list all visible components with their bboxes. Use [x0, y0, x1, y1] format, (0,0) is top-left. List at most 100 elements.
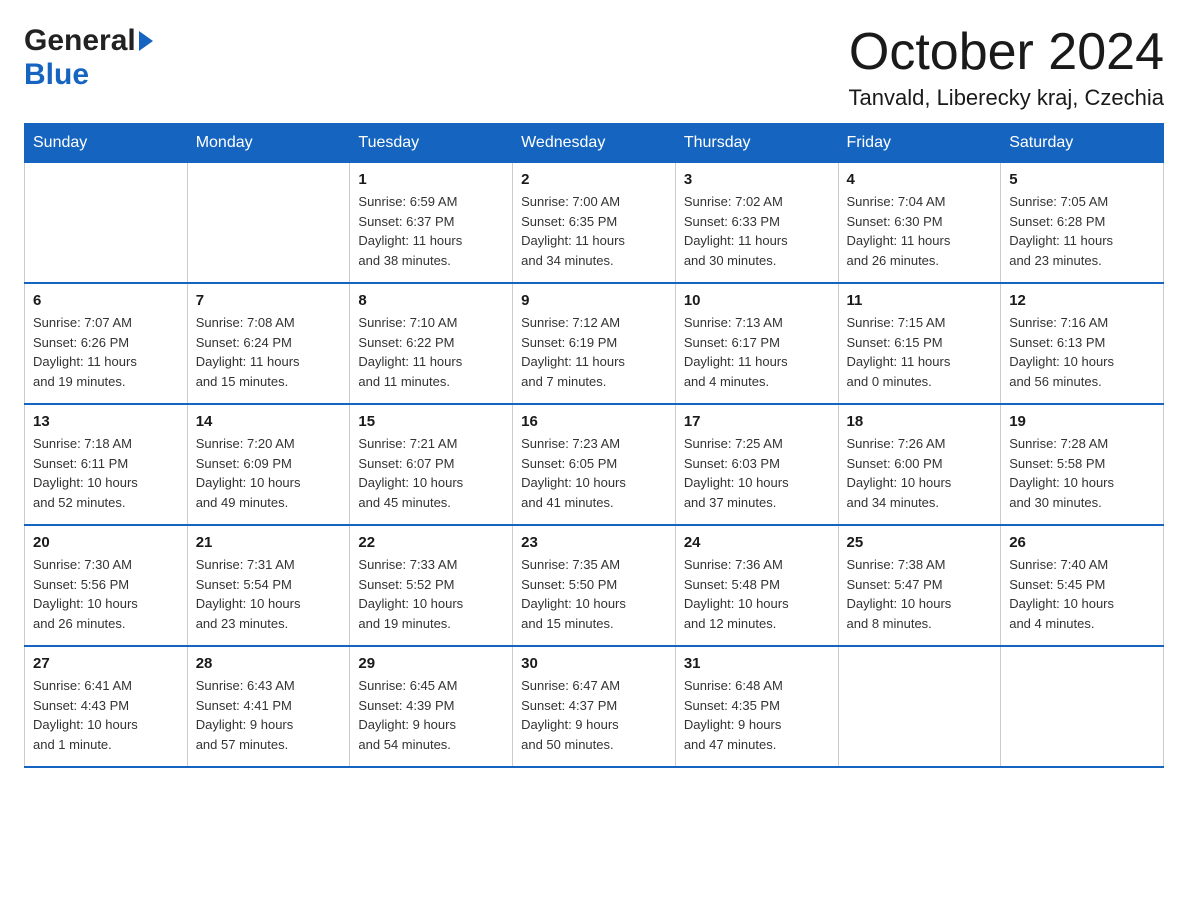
- page-header: General Blue October 2024 Tanvald, Liber…: [24, 24, 1164, 111]
- day-number: 29: [358, 655, 504, 672]
- calendar-day-cell: 16 Sunrise: 7:23 AMSunset: 6:05 PMDayligh…: [513, 404, 676, 525]
- day-info: Sunrise: 6:47 AMSunset: 4:37 PMDaylight:…: [521, 676, 667, 754]
- day-number: 28: [196, 655, 342, 672]
- calendar-day-cell: [838, 646, 1001, 767]
- day-of-week-header: Friday: [838, 124, 1001, 163]
- day-info: Sunrise: 7:21 AMSunset: 6:07 PMDaylight:…: [358, 434, 504, 512]
- day-number: 11: [847, 292, 993, 309]
- day-info: Sunrise: 7:16 AMSunset: 6:13 PMDaylight:…: [1009, 313, 1155, 391]
- day-number: 30: [521, 655, 667, 672]
- day-info: Sunrise: 7:23 AMSunset: 6:05 PMDaylight:…: [521, 434, 667, 512]
- day-of-week-header: Monday: [187, 124, 350, 163]
- calendar-day-cell: 4 Sunrise: 7:04 AMSunset: 6:30 PMDaylight…: [838, 163, 1001, 284]
- calendar-day-cell: 8 Sunrise: 7:10 AMSunset: 6:22 PMDaylight…: [350, 283, 513, 404]
- day-number: 18: [847, 413, 993, 430]
- day-number: 10: [684, 292, 830, 309]
- day-number: 23: [521, 534, 667, 551]
- day-of-week-header: Sunday: [25, 124, 188, 163]
- calendar-header-row: SundayMondayTuesdayWednesdayThursdayFrid…: [25, 124, 1164, 163]
- day-number: 9: [521, 292, 667, 309]
- day-number: 24: [684, 534, 830, 551]
- day-number: 20: [33, 534, 179, 551]
- day-info: Sunrise: 7:00 AMSunset: 6:35 PMDaylight:…: [521, 192, 667, 270]
- day-info: Sunrise: 7:36 AMSunset: 5:48 PMDaylight:…: [684, 555, 830, 633]
- calendar-day-cell: 23 Sunrise: 7:35 AMSunset: 5:50 PMDayligh…: [513, 525, 676, 646]
- calendar-day-cell: 30 Sunrise: 6:47 AMSunset: 4:37 PMDayligh…: [513, 646, 676, 767]
- day-info: Sunrise: 7:15 AMSunset: 6:15 PMDaylight:…: [847, 313, 993, 391]
- day-number: 8: [358, 292, 504, 309]
- day-info: Sunrise: 7:33 AMSunset: 5:52 PMDaylight:…: [358, 555, 504, 633]
- day-info: Sunrise: 7:18 AMSunset: 6:11 PMDaylight:…: [33, 434, 179, 512]
- day-info: Sunrise: 7:31 AMSunset: 5:54 PMDaylight:…: [196, 555, 342, 633]
- calendar-day-cell: 25Sunrise: 7:38 AMSunset: 5:47 PMDayligh…: [838, 525, 1001, 646]
- calendar-day-cell: 2 Sunrise: 7:00 AMSunset: 6:35 PMDaylight…: [513, 163, 676, 284]
- calendar-day-cell: 7 Sunrise: 7:08 AMSunset: 6:24 PMDaylight…: [187, 283, 350, 404]
- day-number: 1: [358, 171, 504, 188]
- calendar-week-row: 20Sunrise: 7:30 AMSunset: 5:56 PMDayligh…: [25, 525, 1164, 646]
- day-info: Sunrise: 7:10 AMSunset: 6:22 PMDaylight:…: [358, 313, 504, 391]
- calendar-day-cell: 15 Sunrise: 7:21 AMSunset: 6:07 PMDayligh…: [350, 404, 513, 525]
- day-number: 17: [684, 413, 830, 430]
- day-info: Sunrise: 6:48 AMSunset: 4:35 PMDaylight:…: [684, 676, 830, 754]
- day-info: Sunrise: 7:35 AMSunset: 5:50 PMDaylight:…: [521, 555, 667, 633]
- day-info: Sunrise: 6:59 AMSunset: 6:37 PMDaylight:…: [358, 192, 504, 270]
- calendar-day-cell: 31 Sunrise: 6:48 AMSunset: 4:35 PMDayligh…: [675, 646, 838, 767]
- calendar-day-cell: 9 Sunrise: 7:12 AMSunset: 6:19 PMDaylight…: [513, 283, 676, 404]
- day-number: 14: [196, 413, 342, 430]
- day-number: 4: [847, 171, 993, 188]
- day-info: Sunrise: 7:25 AMSunset: 6:03 PMDaylight:…: [684, 434, 830, 512]
- calendar-day-cell: 21 Sunrise: 7:31 AMSunset: 5:54 PMDayligh…: [187, 525, 350, 646]
- day-number: 3: [684, 171, 830, 188]
- day-info: Sunrise: 7:07 AMSunset: 6:26 PMDaylight:…: [33, 313, 179, 391]
- calendar-day-cell: 28 Sunrise: 6:43 AMSunset: 4:41 PMDayligh…: [187, 646, 350, 767]
- calendar-day-cell: 20Sunrise: 7:30 AMSunset: 5:56 PMDayligh…: [25, 525, 188, 646]
- calendar-day-cell: 6Sunrise: 7:07 AMSunset: 6:26 PMDaylight…: [25, 283, 188, 404]
- title-section: October 2024 Tanvald, Liberecky kraj, Cz…: [849, 24, 1164, 111]
- logo: General Blue: [24, 24, 153, 92]
- day-info: Sunrise: 7:40 AMSunset: 5:45 PMDaylight:…: [1009, 555, 1155, 633]
- day-number: 13: [33, 413, 179, 430]
- calendar-week-row: 27Sunrise: 6:41 AMSunset: 4:43 PMDayligh…: [25, 646, 1164, 767]
- day-number: 22: [358, 534, 504, 551]
- day-of-week-header: Thursday: [675, 124, 838, 163]
- calendar-day-cell: [25, 163, 188, 284]
- day-number: 2: [521, 171, 667, 188]
- day-number: 16: [521, 413, 667, 430]
- day-info: Sunrise: 7:38 AMSunset: 5:47 PMDaylight:…: [847, 555, 993, 633]
- calendar-day-cell: 24 Sunrise: 7:36 AMSunset: 5:48 PMDayligh…: [675, 525, 838, 646]
- calendar-day-cell: 26Sunrise: 7:40 AMSunset: 5:45 PMDayligh…: [1001, 525, 1164, 646]
- day-info: Sunrise: 7:04 AMSunset: 6:30 PMDaylight:…: [847, 192, 993, 270]
- logo-arrow-icon: [139, 31, 153, 51]
- day-of-week-header: Tuesday: [350, 124, 513, 163]
- day-of-week-header: Wednesday: [513, 124, 676, 163]
- calendar-day-cell: 19Sunrise: 7:28 AMSunset: 5:58 PMDayligh…: [1001, 404, 1164, 525]
- day-info: Sunrise: 7:02 AMSunset: 6:33 PMDaylight:…: [684, 192, 830, 270]
- day-number: 21: [196, 534, 342, 551]
- calendar-day-cell: 3 Sunrise: 7:02 AMSunset: 6:33 PMDaylight…: [675, 163, 838, 284]
- day-info: Sunrise: 7:12 AMSunset: 6:19 PMDaylight:…: [521, 313, 667, 391]
- day-info: Sunrise: 7:28 AMSunset: 5:58 PMDaylight:…: [1009, 434, 1155, 512]
- calendar-day-cell: 27Sunrise: 6:41 AMSunset: 4:43 PMDayligh…: [25, 646, 188, 767]
- calendar-week-row: 1 Sunrise: 6:59 AMSunset: 6:37 PMDaylight…: [25, 163, 1164, 284]
- day-info: Sunrise: 7:05 AMSunset: 6:28 PMDaylight:…: [1009, 192, 1155, 270]
- calendar-day-cell: 14Sunrise: 7:20 AMSunset: 6:09 PMDayligh…: [187, 404, 350, 525]
- day-number: 7: [196, 292, 342, 309]
- calendar-week-row: 6Sunrise: 7:07 AMSunset: 6:26 PMDaylight…: [25, 283, 1164, 404]
- month-title: October 2024: [849, 24, 1164, 81]
- day-number: 31: [684, 655, 830, 672]
- calendar-table: SundayMondayTuesdayWednesdayThursdayFrid…: [24, 123, 1164, 768]
- day-number: 12: [1009, 292, 1155, 309]
- calendar-day-cell: 18Sunrise: 7:26 AMSunset: 6:00 PMDayligh…: [838, 404, 1001, 525]
- day-info: Sunrise: 7:13 AMSunset: 6:17 PMDaylight:…: [684, 313, 830, 391]
- calendar-week-row: 13 Sunrise: 7:18 AMSunset: 6:11 PMDayligh…: [25, 404, 1164, 525]
- day-info: Sunrise: 6:45 AMSunset: 4:39 PMDaylight:…: [358, 676, 504, 754]
- day-info: Sunrise: 6:43 AMSunset: 4:41 PMDaylight:…: [196, 676, 342, 754]
- day-info: Sunrise: 7:08 AMSunset: 6:24 PMDaylight:…: [196, 313, 342, 391]
- calendar-day-cell: 17 Sunrise: 7:25 AMSunset: 6:03 PMDayligh…: [675, 404, 838, 525]
- day-number: 15: [358, 413, 504, 430]
- location-title: Tanvald, Liberecky kraj, Czechia: [849, 85, 1164, 111]
- day-number: 27: [33, 655, 179, 672]
- logo-blue-text: Blue: [24, 58, 89, 92]
- calendar-day-cell: 1 Sunrise: 6:59 AMSunset: 6:37 PMDaylight…: [350, 163, 513, 284]
- calendar-day-cell: 10 Sunrise: 7:13 AMSunset: 6:17 PMDayligh…: [675, 283, 838, 404]
